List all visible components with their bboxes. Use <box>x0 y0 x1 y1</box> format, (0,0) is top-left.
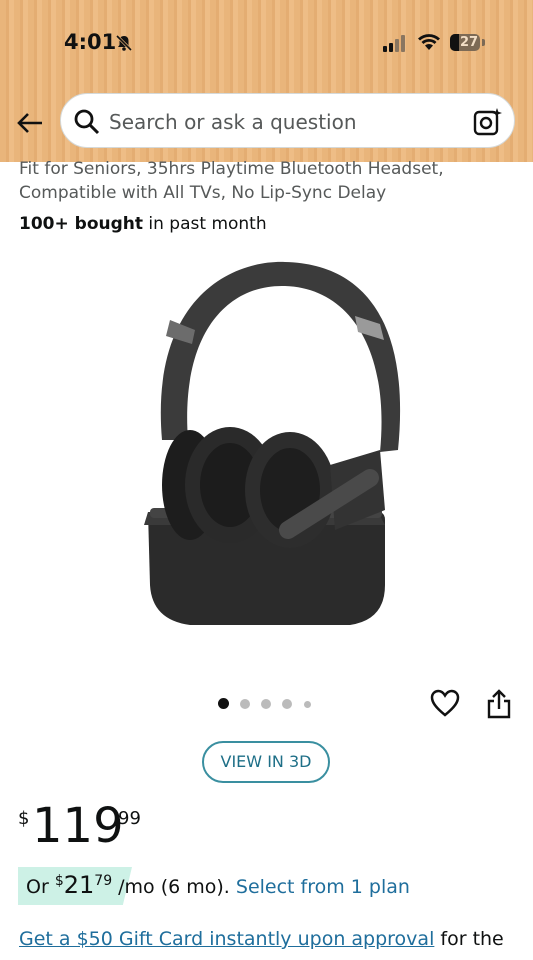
pagination-dot[interactable] <box>240 699 250 709</box>
bought-count-bold: 100+ bought <box>19 214 143 234</box>
back-arrow-icon[interactable] <box>16 111 44 135</box>
gift-card-link[interactable]: Get a $50 Gift Card instantly upon appro… <box>19 928 434 950</box>
header-bar: 4:01 27 Search or ask a question <box>0 0 533 162</box>
monthly-suffix: /mo (6 mo). <box>112 876 236 898</box>
share-icon[interactable] <box>486 689 512 719</box>
search-icon <box>74 109 100 135</box>
pagination-dot-active[interactable] <box>218 698 229 709</box>
view-in-3d-button[interactable]: VIEW IN 3D <box>202 741 330 783</box>
mute-bell-icon <box>115 34 133 52</box>
pagination-dot[interactable] <box>261 699 271 709</box>
cellular-signal-icon <box>383 34 409 52</box>
gift-card-suffix: for the <box>434 928 504 950</box>
camera-lens-icon[interactable] <box>473 107 503 137</box>
product-image[interactable] <box>80 240 460 660</box>
bought-count: 100+ bought in past month <box>19 214 267 234</box>
monthly-whole: 21 <box>63 871 95 899</box>
battery-level: 27 <box>460 35 479 50</box>
pagination-dot[interactable] <box>282 699 292 709</box>
battery-icon: 27 <box>450 34 480 51</box>
select-plan-link[interactable]: Select from 1 plan <box>236 876 410 898</box>
product-title-line-2[interactable]: Compatible with All TVs, No Lip-Sync Del… <box>19 183 386 203</box>
wifi-icon <box>418 34 440 50</box>
monthly-prefix: Or <box>26 876 55 898</box>
pagination-dot[interactable] <box>304 701 311 708</box>
price-fraction: 99 <box>118 808 141 829</box>
monthly-payment: Or $2179 /mo (6 mo). Select from 1 plan <box>26 871 410 899</box>
price-whole: 119 <box>32 798 124 854</box>
search-input[interactable]: Search or ask a question <box>109 110 357 134</box>
gift-card-offer: Get a $50 Gift Card instantly upon appro… <box>19 928 504 950</box>
search-bar[interactable]: Search or ask a question <box>60 93 515 148</box>
monthly-currency: $ <box>54 873 64 889</box>
heart-icon[interactable] <box>430 689 460 717</box>
status-time: 4:01 <box>64 30 117 54</box>
monthly-fraction: 79 <box>94 873 113 889</box>
bought-count-suffix: in past month <box>143 214 267 234</box>
price-currency: $ <box>18 808 30 829</box>
product-title-line-1[interactable]: Fit for Seniors, 35hrs Playtime Bluetoot… <box>19 159 444 179</box>
